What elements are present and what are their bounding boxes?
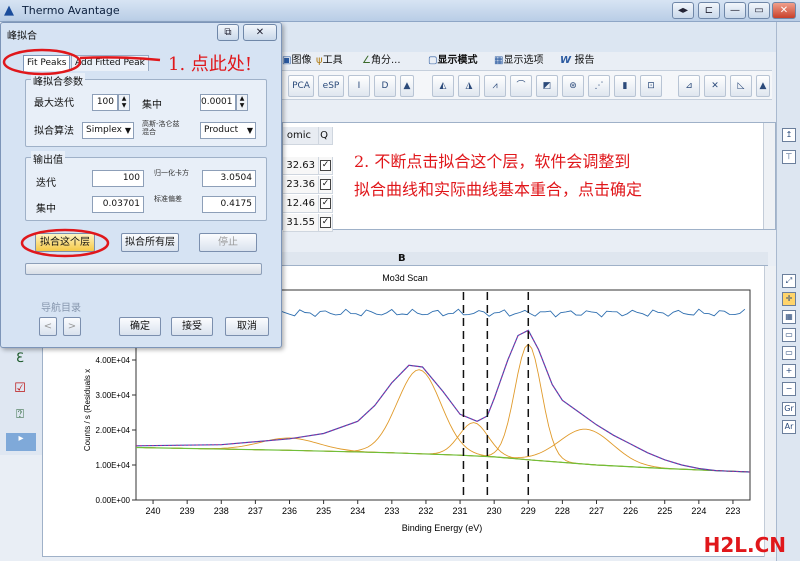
watermark-text: H2L.CN [703, 533, 786, 557]
highlight-circle-fit-peaks [2, 48, 82, 76]
highlight-circle-fit-this [20, 228, 110, 258]
annotation-step2-line2: 拟合曲线和实际曲线基本重合，点击确定 [354, 180, 643, 199]
annotation-step2-line1: 2. 不断点击拟合这个层，软件会调整到 [354, 152, 631, 171]
annotation-layer [2, 48, 161, 258]
arrow-line [79, 56, 161, 62]
watermark: H2L.CN [704, 533, 786, 557]
annotation-step1: 1. 点此处! [168, 54, 253, 75]
